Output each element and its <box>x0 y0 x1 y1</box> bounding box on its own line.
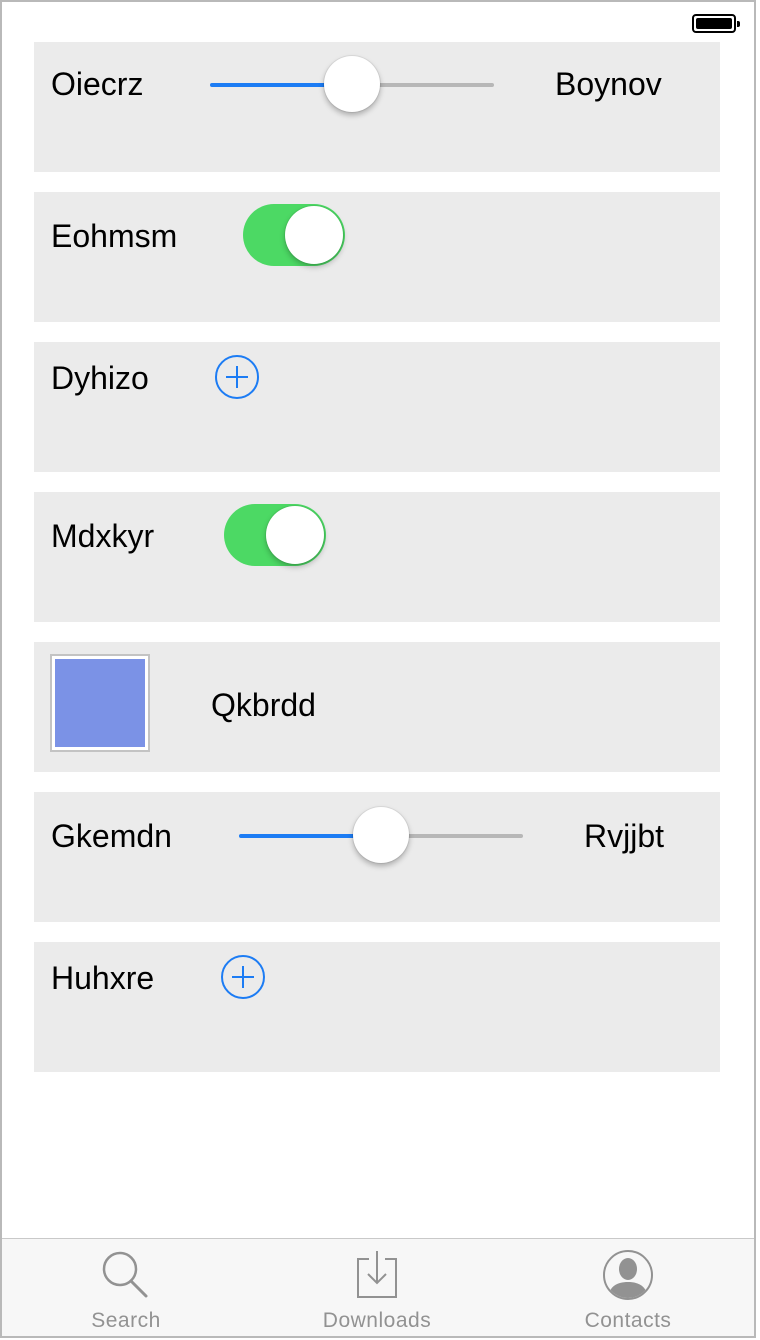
row-label: Oiecrz <box>51 66 144 102</box>
swatch-fill <box>55 659 145 747</box>
slider-value-label: Rvjjbt <box>584 818 665 854</box>
slider-thumb[interactable] <box>353 807 409 863</box>
tab-label: Search <box>91 1309 161 1332</box>
slider-thumb[interactable] <box>324 56 380 112</box>
row-label: Huhxre <box>51 960 155 996</box>
plus-circle-icon <box>221 955 265 999</box>
row-label: Mdxkyr <box>51 518 155 554</box>
search-icon <box>102 1251 148 1298</box>
add-row-dyhizo: Dyhizo <box>34 342 720 472</box>
slider-row-gkemdn: Gkemdn Rvjjbt <box>34 792 720 922</box>
add-button[interactable] <box>214 354 260 400</box>
tab-label: Downloads <box>322 1309 432 1332</box>
row-label: Eohmsm <box>51 218 178 254</box>
row-label: Dyhizo <box>51 360 149 396</box>
toggle-knob <box>285 206 343 264</box>
battery-icon <box>692 14 740 33</box>
add-row-huhxre: Huhxre <box>34 942 720 1072</box>
slider-value-label: Boynov <box>555 66 662 102</box>
tab-search[interactable]: Search <box>26 1239 226 1336</box>
toggle-switch[interactable] <box>243 204 345 266</box>
download-icon <box>357 1251 397 1298</box>
toggle-row-mdxkyr: Mdxkyr <box>34 492 720 622</box>
contacts-icon <box>603 1250 653 1300</box>
tab-contacts[interactable]: Contacts <box>528 1239 728 1336</box>
status-bar <box>2 2 754 42</box>
add-button[interactable] <box>220 954 266 1000</box>
toggle-knob <box>266 506 324 564</box>
tab-label: Contacts <box>584 1309 672 1332</box>
tab-bar: Search Downloads Contacts <box>2 1238 754 1336</box>
toggle-switch[interactable] <box>224 504 326 566</box>
slider-row-oiecrz: Oiecrz Boynov <box>34 42 720 172</box>
row-label: Gkemdn <box>51 818 172 854</box>
app-screen: Oiecrz Boynov Eohmsm Dyhizo Mdxkyr Qkbrd… <box>0 0 756 1338</box>
slider[interactable] <box>239 807 523 863</box>
row-label: Qkbrdd <box>211 687 316 723</box>
swatch-row-qkbrdd: Qkbrdd <box>34 642 720 772</box>
slider[interactable] <box>210 56 494 112</box>
plus-circle-icon <box>215 355 259 399</box>
color-swatch[interactable] <box>50 654 150 752</box>
tab-downloads[interactable]: Downloads <box>277 1239 477 1336</box>
toggle-row-eohmsm: Eohmsm <box>34 192 720 322</box>
